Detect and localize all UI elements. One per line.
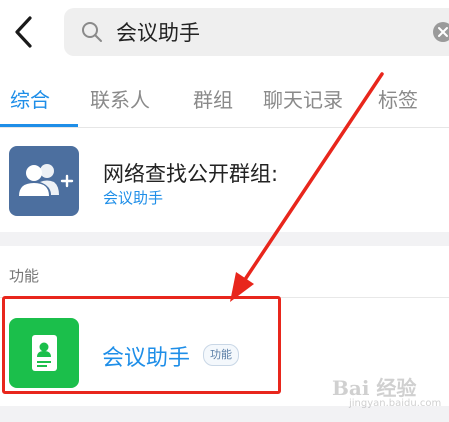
watermark-url: jingyan.baidu.com — [349, 398, 442, 409]
watermark: Bai 经验 — [332, 376, 417, 400]
highlight-box — [2, 296, 281, 394]
tab-contacts[interactable]: 联系人 — [90, 84, 150, 113]
top-bar — [0, 0, 449, 66]
tab-tags[interactable]: 标签 — [378, 84, 418, 113]
chevron-left-icon — [15, 16, 32, 48]
search-tabs: 综合 联系人 群组 聊天记录 标签 — [0, 66, 449, 128]
tab-groups[interactable]: 群组 — [193, 84, 233, 113]
group-search-query: 会议助手 — [103, 189, 164, 207]
active-tab-indicator — [0, 124, 78, 127]
tab-chat-history[interactable]: 聊天记录 — [263, 84, 343, 113]
public-group-search-row[interactable]: 网络查找公开群组: 会议助手 — [0, 128, 449, 232]
back-button[interactable] — [10, 14, 40, 50]
search-input[interactable] — [116, 14, 416, 50]
add-group-icon — [9, 146, 79, 216]
search-box[interactable] — [64, 8, 449, 56]
clear-icon[interactable] — [432, 21, 449, 43]
search-icon — [82, 22, 102, 42]
section-title: 功能 — [9, 267, 40, 285]
function-section-header: 功能 — [0, 246, 449, 298]
tab-all[interactable]: 综合 — [10, 84, 50, 113]
group-search-title: 网络查找公开群组: — [103, 162, 279, 186]
section-divider — [0, 232, 449, 246]
